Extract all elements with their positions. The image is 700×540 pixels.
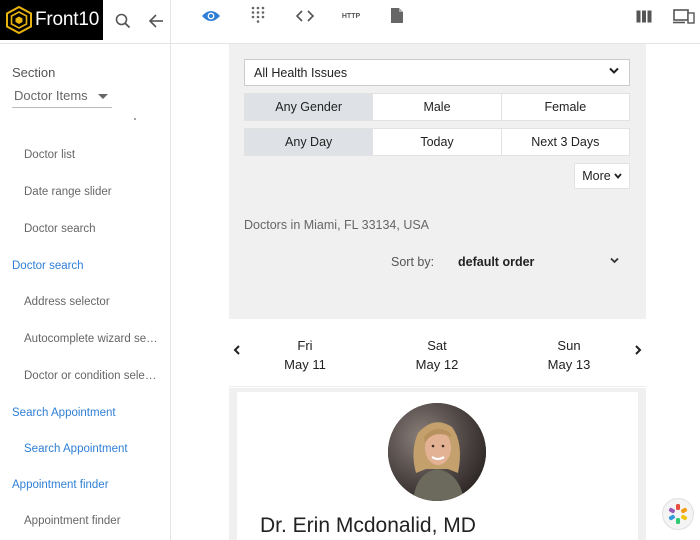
gender-option-any[interactable]: Any Gender [245,94,374,120]
day-option-today[interactable]: Today [373,129,502,155]
app-root: Front10 HTTP Section Doctor Items Doctor… [0,0,700,540]
sidebar-heading-search-appointment[interactable]: Search Appointment [12,407,116,419]
http-icon[interactable]: HTTP [338,8,364,24]
sort-label: Sort by: [391,255,435,269]
columns-icon[interactable] [634,7,654,25]
section-select-value: Doctor Items [14,88,88,103]
date-weekday: Sun [557,338,581,353]
section-label: Section [12,65,56,80]
caret-down-icon [98,94,108,99]
more-label: More [582,169,611,183]
date-weekday: Sat [427,338,447,353]
day-option-any[interactable]: Any Day [245,129,374,155]
back-arrow-icon[interactable] [146,11,166,31]
day-option-next-3-days[interactable]: Next 3 Days [502,129,629,155]
logo-text: Front10 [35,9,100,30]
gender-option-male[interactable]: Male [373,94,502,120]
chevron-down-icon [614,173,622,179]
date-day: May 13 [547,357,591,372]
more-button[interactable]: More [574,163,630,189]
health-issue-select[interactable]: All Health Issues [244,59,630,86]
chevron-right-icon[interactable] [634,345,642,355]
gender-option-female[interactable]: Female [502,94,629,120]
logo[interactable]: Front10 [0,0,103,40]
sidebar-item-autocomplete-wizard[interactable]: Autocomplete wizard sea... [24,333,160,345]
date-column-fri[interactable]: Fri May 11 [265,336,345,374]
doctor-avatar [388,403,486,501]
gender-toggle: Any Gender Male Female [244,93,630,121]
search-icon[interactable] [113,11,133,31]
doctor-name: Dr. Erin Mcdonalid, MD [260,514,476,537]
sidebar-heading-doctor-search[interactable]: Doctor search [12,260,84,272]
scroll-indicator [134,118,136,120]
document-icon[interactable] [388,5,406,25]
devices-icon[interactable] [672,6,696,26]
sidebar-heading-appointment-finder[interactable]: Appointment finder [12,479,109,491]
top-bar: Front10 HTTP [0,0,700,44]
sidebar-item-doctor-condition-selector[interactable]: Doctor or condition selec... [24,370,160,382]
chevron-down-icon[interactable] [610,257,619,264]
chevron-down-icon [609,67,619,74]
grid-dots-icon[interactable] [248,5,268,25]
date-day: May 12 [415,357,459,372]
code-icon[interactable] [294,6,316,26]
eye-icon[interactable] [200,6,222,26]
sort-select[interactable]: default order [458,255,534,269]
sidebar-item-search-appointment[interactable]: Search Appointment [24,443,160,455]
day-toggle: Any Day Today Next 3 Days [244,128,630,156]
health-issue-value: All Health Issues [254,66,348,80]
hexagon-logo-icon [6,6,32,34]
sidebar-item-date-range-slider[interactable]: Date range slider [24,186,160,198]
date-weekday: Fri [297,338,313,353]
date-strip: Fri May 11 Sat May 12 Sun May 13 [229,319,646,387]
chevron-left-icon[interactable] [233,345,241,355]
color-wheel-button[interactable] [662,498,694,530]
date-column-sat[interactable]: Sat May 12 [397,336,477,374]
sidebar-item-doctor-list[interactable]: Doctor list [24,149,160,161]
location-text: Doctors in Miami, FL 33134, USA [244,218,430,232]
section-select[interactable]: Doctor Items [12,88,112,108]
sidebar-item-address-selector[interactable]: Address selector [24,296,160,308]
filter-panel: All Health Issues Any Gender Male Female… [229,44,646,319]
date-column-sun[interactable]: Sun May 13 [529,336,609,374]
sidebar-item-doctor-search[interactable]: Doctor search [24,223,160,235]
sidebar-divider [170,0,171,540]
date-day: May 11 [284,357,326,372]
sidebar-item-appointment-finder[interactable]: Appointment finder [24,515,160,527]
color-wheel-icon [668,504,688,524]
